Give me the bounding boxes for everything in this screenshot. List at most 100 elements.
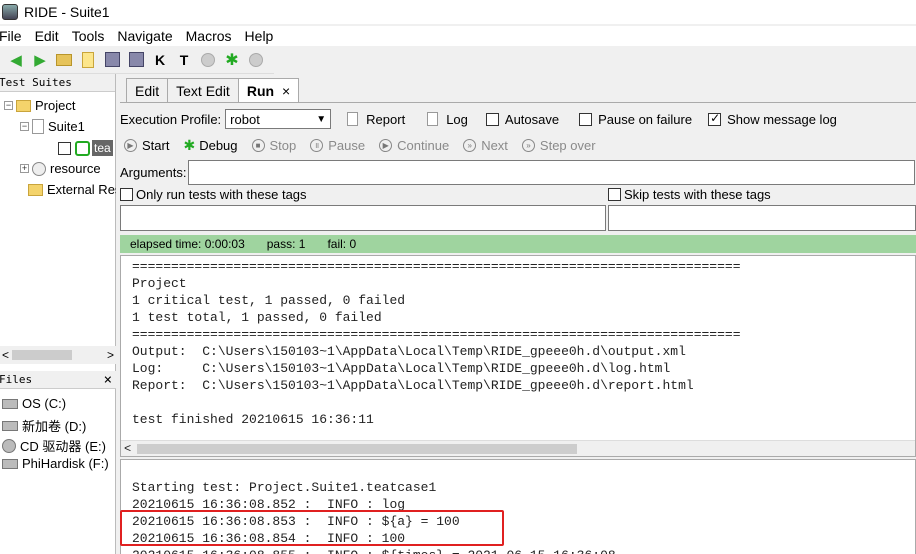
test-suites-title: Test Suites: [0, 76, 72, 89]
suite-tree: − Project − Suite1 tea + resource Extern…: [0, 92, 121, 352]
files-title: Files: [0, 373, 33, 386]
tree-item-resources[interactable]: + resource: [20, 161, 101, 176]
search-tests-button[interactable]: T: [174, 50, 194, 70]
stop-button[interactable]: ■ Stop: [251, 138, 296, 153]
execution-profile-select[interactable]: robot ▼: [225, 109, 332, 129]
step-over-button[interactable]: » Step over: [521, 138, 596, 153]
cd-drive-icon: [2, 438, 16, 453]
report-button[interactable]: Report: [366, 112, 405, 127]
autosave-checkbox[interactable]: [485, 112, 499, 126]
arguments-input[interactable]: [188, 159, 916, 185]
skip-tags-checkbox[interactable]: [608, 188, 621, 201]
menu-navigate[interactable]: Navigate: [117, 28, 172, 44]
folder-icon: [28, 183, 43, 196]
drive-icon: [2, 420, 18, 431]
editor-tabs: Edit Text Edit Run ×: [126, 78, 300, 103]
test-suites-panel: Test Suites − Project − Suite1 tea + res…: [0, 74, 121, 554]
stop-button[interactable]: [246, 50, 266, 70]
close-icon[interactable]: ×: [104, 372, 112, 388]
autosave-label: Autosave: [504, 111, 560, 127]
tree-horizontal-scrollbar[interactable]: < >: [0, 346, 116, 364]
debug-label: Debug: [199, 138, 238, 153]
pause-button[interactable]: ॥ Pause: [310, 138, 365, 153]
pass-count: pass: 1: [266, 237, 306, 251]
annotation-highlight: [120, 510, 504, 546]
menu-help[interactable]: Help: [245, 28, 274, 44]
pause-on-failure-checkbox[interactable]: [579, 112, 593, 126]
continue-button[interactable]: ▶ Continue: [379, 138, 449, 153]
fail-count: fail: 0: [327, 237, 357, 251]
forward-arrow-icon[interactable]: ▶: [30, 50, 50, 70]
tab-text-edit[interactable]: Text Edit: [167, 78, 239, 102]
save-all-button[interactable]: [126, 50, 146, 70]
tree-item-label: resource: [50, 161, 101, 176]
drive-label: 新加卷 (D:): [22, 419, 87, 434]
collapse-icon[interactable]: −: [4, 101, 13, 110]
open-folder-button[interactable]: [54, 50, 74, 70]
back-arrow-icon[interactable]: ◀: [6, 50, 26, 70]
suite-file-icon: [32, 119, 44, 134]
expand-icon[interactable]: +: [20, 164, 29, 173]
collapse-icon[interactable]: −: [20, 122, 29, 131]
app-icon: [2, 4, 18, 20]
log-button[interactable]: Log: [446, 112, 468, 127]
scroll-thumb[interactable]: [137, 444, 577, 454]
menu-tools[interactable]: Tools: [72, 28, 105, 44]
execution-profile-label: Execution Profile:: [120, 111, 222, 127]
play-icon: ▶: [124, 139, 137, 152]
main-toolbar: ◀ ▶ K T ✱: [0, 46, 274, 74]
continue-icon: ▶: [379, 139, 393, 152]
close-tab-icon[interactable]: ×: [282, 83, 290, 99]
run-icon: [201, 52, 215, 67]
scroll-right-icon[interactable]: >: [107, 348, 114, 362]
save-button[interactable]: [102, 50, 122, 70]
drive-icon: [2, 458, 18, 469]
debug-bug-icon[interactable]: ✱: [222, 50, 242, 70]
tree-item-project[interactable]: − Project: [4, 98, 75, 113]
search-keywords-button[interactable]: K: [150, 50, 170, 70]
scroll-thumb[interactable]: [12, 350, 72, 360]
drive-label: PhiHardisk (F:): [22, 456, 109, 471]
scroll-left-icon[interactable]: <: [124, 441, 131, 456]
save-all-icon: [128, 52, 144, 67]
start-button[interactable]: ▶ Start: [124, 138, 169, 153]
testcase-icon: [75, 140, 90, 156]
menu-bar: File Edit Tools Navigate Macros Help: [0, 26, 916, 46]
new-file-button[interactable]: [78, 50, 98, 70]
tab-run[interactable]: Run ×: [237, 78, 300, 103]
testcase-checkbox[interactable]: [58, 141, 71, 155]
run-button[interactable]: [198, 50, 218, 70]
file-icon: [82, 51, 94, 68]
only-run-tags-row: Only run tests with these tags: [120, 187, 307, 202]
tab-label: Run: [246, 83, 275, 99]
menu-macros[interactable]: Macros: [186, 28, 232, 44]
drive-item[interactable]: CD 驱动器 (E:): [2, 436, 106, 455]
scroll-left-icon[interactable]: <: [2, 348, 9, 362]
only-run-tags-input[interactable]: [120, 205, 606, 231]
drive-item[interactable]: PhiHardisk (F:): [2, 456, 109, 471]
tree-item-external-resources[interactable]: External Res: [28, 182, 121, 197]
next-button[interactable]: » Next: [463, 138, 508, 153]
output-horizontal-scrollbar[interactable]: <: [121, 440, 915, 456]
tree-item-suite1[interactable]: − Suite1: [20, 119, 85, 134]
continue-label: Continue: [397, 138, 450, 153]
menu-file[interactable]: File: [0, 28, 22, 44]
tab-edit[interactable]: Edit: [126, 78, 169, 102]
tree-item-testcase[interactable]: tea: [58, 140, 113, 156]
debug-button[interactable]: ✱ Debug: [183, 137, 237, 154]
next-label: Next: [481, 138, 508, 153]
execution-profile-value: robot: [230, 111, 260, 127]
debug-bug-icon: ✱: [183, 137, 196, 153]
title-bar: RIDE - Suite1: [0, 0, 916, 24]
tab-label: Text Edit: [176, 82, 230, 99]
report-icon: [347, 112, 359, 126]
tab-label: Edit: [135, 82, 160, 99]
menu-edit[interactable]: Edit: [35, 28, 59, 44]
drive-item[interactable]: OS (C:): [2, 396, 66, 411]
elapsed-time: elapsed time: 0:00:03: [130, 237, 245, 251]
drive-item[interactable]: 新加卷 (D:): [2, 416, 86, 435]
output-console[interactable]: ========================================…: [120, 255, 916, 457]
skip-tags-input[interactable]: [608, 205, 916, 231]
show-message-log-checkbox[interactable]: [708, 111, 722, 126]
only-run-tags-checkbox[interactable]: [120, 188, 133, 201]
